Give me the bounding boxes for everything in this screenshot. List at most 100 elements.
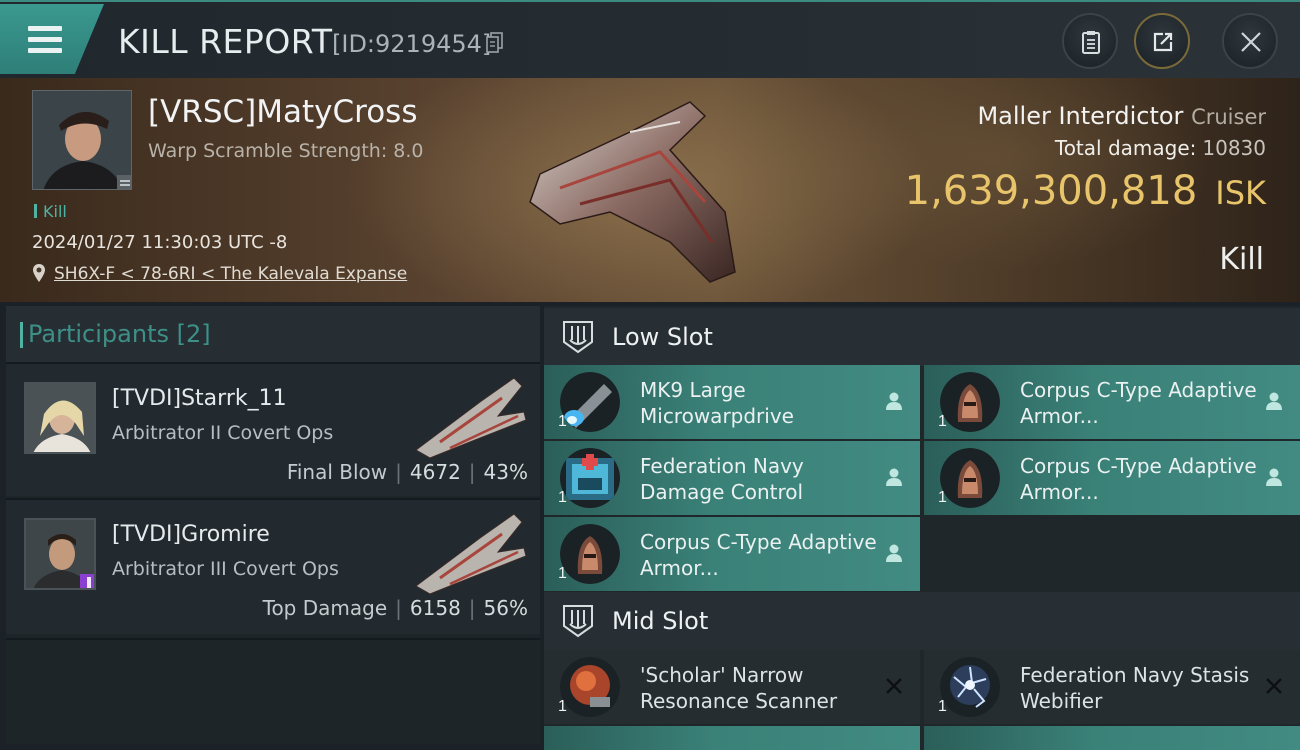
module-quantity: 1 bbox=[938, 413, 947, 430]
module-item[interactable]: 1 MK9 Large Microwarpdrive bbox=[544, 365, 920, 439]
module-item-partial[interactable] bbox=[924, 726, 1300, 750]
share-button[interactable] bbox=[1134, 13, 1190, 69]
module-name: Corpus C-Type Adaptive Armor... bbox=[1020, 454, 1257, 504]
victim-avatar bbox=[33, 91, 131, 189]
participant-ship-image bbox=[415, 513, 527, 595]
module-quantity: 1 bbox=[558, 698, 567, 715]
module-item[interactable]: 1 'Scholar' Narrow Resonance Scanner bbox=[544, 650, 920, 724]
scanner-icon bbox=[560, 657, 620, 717]
participants-title: Participants [2] bbox=[20, 320, 211, 348]
participant-name[interactable]: [TVDI]Gromire bbox=[112, 522, 270, 547]
participants-empty-area bbox=[6, 638, 540, 744]
clipboard-button[interactable] bbox=[1062, 13, 1118, 69]
damage-control-icon bbox=[560, 448, 620, 508]
module-item[interactable]: 1 Corpus C-Type Adaptive Armor... bbox=[924, 365, 1300, 439]
kill-tag: Kill bbox=[34, 202, 67, 221]
stasis-webifier-icon bbox=[940, 657, 1000, 717]
report-id: [ID:9219454] bbox=[332, 30, 492, 58]
armor-hardener-icon bbox=[940, 372, 1000, 432]
total-damage-value: 10830 bbox=[1202, 136, 1266, 160]
ship-name-text[interactable]: Maller Interdictor bbox=[977, 102, 1183, 130]
module-name: 'Scholar' Narrow Resonance Scanner bbox=[640, 663, 838, 713]
location-pin-icon bbox=[33, 264, 45, 282]
low-slot-title: Low Slot bbox=[612, 323, 713, 351]
module-item[interactable]: 1 Federation Navy Stasis Webifier bbox=[924, 650, 1300, 724]
fitting-panel: Low Slot 1 MK9 Large Microwarpdrive 1 Co… bbox=[544, 306, 1300, 750]
armor-hardener-icon bbox=[560, 524, 620, 584]
slot-icon bbox=[563, 321, 593, 354]
clipboard-icon bbox=[1082, 31, 1100, 54]
armor-hardener-icon bbox=[940, 448, 1000, 508]
total-damage-label: Total damage: bbox=[1054, 136, 1197, 160]
share-icon bbox=[1153, 32, 1173, 52]
participant-damage: 6158 bbox=[409, 596, 461, 620]
hamburger-menu-icon-line bbox=[28, 37, 62, 42]
total-damage: Total damage: 10830 bbox=[1055, 136, 1266, 160]
result-label: Kill bbox=[1219, 242, 1264, 277]
victim-name[interactable]: [VRSC]MatyCross bbox=[148, 94, 417, 130]
isk-unit: ISK bbox=[1215, 174, 1266, 212]
module-item[interactable]: 1 Federation Navy Damage Control bbox=[544, 441, 920, 515]
final-blow-tag: Final Blow bbox=[286, 460, 388, 484]
copy-icon[interactable] bbox=[486, 32, 504, 54]
module-item[interactable]: 1 Corpus C-Type Adaptive Armor... bbox=[924, 441, 1300, 515]
page-title: KILL REPORT bbox=[118, 22, 333, 61]
participant-percent: 56% bbox=[483, 596, 528, 620]
hamburger-menu-icon-line bbox=[28, 48, 62, 53]
module-icon bbox=[560, 524, 620, 584]
isk-value: 1,639,300,818 ISK bbox=[905, 168, 1266, 214]
module-item[interactable]: 1 Corpus C-Type Adaptive Armor... bbox=[544, 517, 920, 591]
participant-percent: 43% bbox=[483, 460, 528, 484]
module-name: MK9 Large Microwarpdrive bbox=[640, 378, 794, 428]
module-quantity: 1 bbox=[558, 565, 567, 582]
slot-icon bbox=[563, 605, 593, 638]
person-icon bbox=[1266, 392, 1282, 410]
module-name: Federation Navy Stasis Webifier bbox=[1020, 663, 1250, 713]
module-name: Federation Navy Damage Control bbox=[640, 454, 804, 504]
x-icon bbox=[1266, 678, 1282, 694]
module-quantity: 1 bbox=[558, 489, 567, 506]
isk-amount: 1,639,300,818 bbox=[904, 168, 1198, 214]
person-icon bbox=[886, 468, 902, 486]
participant-row[interactable]: [TVDI]Starrk_11 Arbitrator II Covert Ops… bbox=[6, 362, 540, 496]
low-slot-header: Low Slot bbox=[544, 308, 1300, 366]
top-damage-tag: Top Damage bbox=[262, 596, 388, 620]
top-bar: KILL REPORT [ID:9219454] bbox=[0, 0, 1300, 78]
warp-scramble-strength: Warp Scramble Strength: 8.0 bbox=[148, 140, 424, 162]
module-name: Corpus C-Type Adaptive Armor... bbox=[640, 530, 877, 580]
kill-location-link[interactable]: SH6X-F < 78-6RI < The Kalevala Expanse bbox=[54, 264, 407, 284]
module-name: Corpus C-Type Adaptive Armor... bbox=[1020, 378, 1257, 428]
close-icon bbox=[1241, 32, 1261, 52]
kill-datetime: 2024/01/27 11:30:03 UTC -8 bbox=[32, 232, 288, 253]
participant-row[interactable]: [TVDI]Gromire Arbitrator III Covert Ops … bbox=[6, 498, 540, 634]
module-icon bbox=[560, 372, 620, 432]
module-quantity: 1 bbox=[558, 413, 567, 430]
module-quantity: 1 bbox=[938, 698, 947, 715]
participant-ship-image bbox=[415, 377, 527, 459]
victim-ship-name: Maller Interdictor Cruiser bbox=[977, 102, 1266, 130]
participant-avatar-image bbox=[26, 384, 94, 452]
person-icon bbox=[886, 392, 902, 410]
participants-header: Participants [2] bbox=[6, 306, 540, 362]
victim-ship-image bbox=[529, 101, 736, 283]
x-icon bbox=[886, 678, 902, 694]
menu-button[interactable] bbox=[0, 4, 104, 74]
hamburger-menu-icon bbox=[28, 26, 62, 31]
module-icon bbox=[560, 448, 620, 508]
participant-ship: Arbitrator III Covert Ops bbox=[112, 558, 339, 580]
module-item-partial[interactable] bbox=[544, 726, 920, 750]
module-icon bbox=[940, 657, 1000, 717]
avatar bbox=[24, 382, 96, 454]
module-icon bbox=[940, 448, 1000, 508]
module-quantity: 1 bbox=[938, 489, 947, 506]
close-button[interactable] bbox=[1222, 13, 1278, 69]
participant-name[interactable]: [TVDI]Starrk_11 bbox=[112, 386, 287, 411]
participant-stats: Final Blow | 4672 | 43% bbox=[286, 460, 528, 484]
victim-banner: [VRSC]MatyCross Warp Scramble Strength: … bbox=[0, 78, 1300, 302]
person-icon bbox=[886, 544, 902, 562]
participant-damage: 4672 bbox=[409, 460, 461, 484]
participant-stats: Top Damage | 6158 | 56% bbox=[262, 596, 528, 620]
participant-ship: Arbitrator II Covert Ops bbox=[112, 422, 334, 444]
victim-portrait[interactable] bbox=[32, 90, 132, 190]
participants-panel: Participants [2] [TVDI]Starrk_11 Arbitra… bbox=[6, 306, 540, 744]
